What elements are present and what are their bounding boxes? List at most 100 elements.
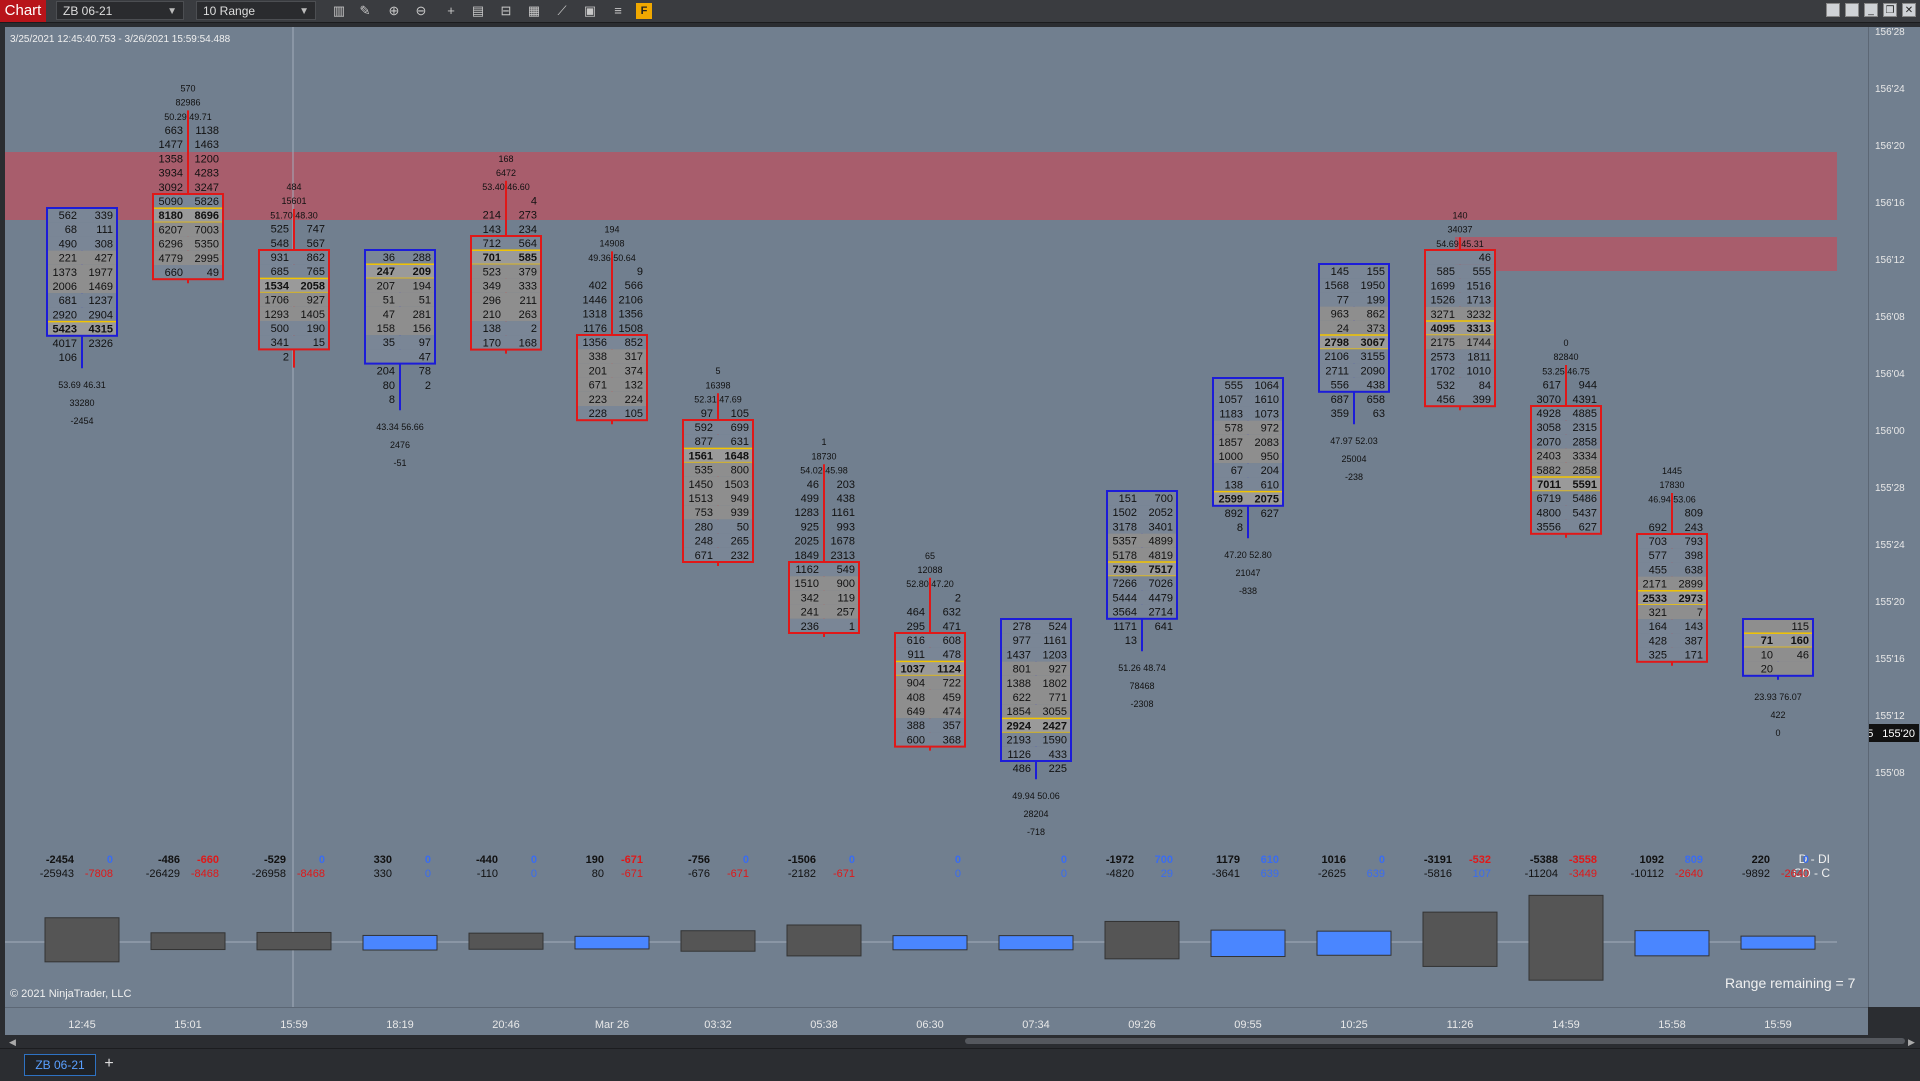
ask-volume: 243 <box>1685 522 1703 534</box>
bid-volume: 1699 <box>1431 280 1455 292</box>
zoom-out-icon[interactable]: ⊖ <box>413 3 429 19</box>
bid-volume: 1373 <box>53 267 77 279</box>
bid-volume: 325 <box>1649 650 1667 662</box>
zoom-in-icon[interactable]: ⊕ <box>386 3 402 19</box>
close-icon[interactable]: ✕ <box>1902 3 1916 17</box>
ask-volume: 555 <box>1473 266 1491 278</box>
bid-volume: 456 <box>1437 394 1455 406</box>
bar-delta-change: 700 <box>1155 854 1173 866</box>
ask-volume: 927 <box>1049 664 1067 676</box>
bid-volume: 1568 <box>1325 280 1349 292</box>
price-axis[interactable]: 156'28 156'24 156'20 156'16 156'12 156'08 156'… <box>1868 27 1920 1007</box>
cumulative-delta-change: -671 <box>621 868 643 880</box>
ask-volume: 2427 <box>1043 720 1067 732</box>
minimize-icon[interactable]: _ <box>1864 3 1878 17</box>
ask-volume: 203 <box>837 479 855 491</box>
ask-volume: 3313 <box>1467 323 1491 335</box>
bid-volume: 1358 <box>159 153 183 165</box>
data-box-icon[interactable]: ⊟ <box>498 3 514 19</box>
ask-volume: 658 <box>1367 394 1385 406</box>
chart-window-tab[interactable]: Chart <box>0 0 46 22</box>
bar-delta: 1092 <box>1640 854 1664 866</box>
copyright-label: © 2021 NinjaTrader, LLC <box>10 988 131 1000</box>
window-pin-icon[interactable] <box>1826 3 1840 17</box>
time-axis[interactable]: 12:45 15:01 15:59 18:19 20:46 Mar 26 03:32 05:3… <box>5 1007 1868 1036</box>
footprint-bar[interactable]: 278 524 977 1161 1437 1203 801 927 1388 1802 622 77… <box>998 618 1074 951</box>
bar-stat-label: 21047 <box>1235 568 1260 578</box>
bid-volume: 3556 <box>1537 522 1561 534</box>
order-flow-chart[interactable]: 3/25/2021 12:45:40.753 - 3/26/2021 15:59… <box>5 27 1868 1007</box>
window-group-icon[interactable] <box>1845 3 1859 17</box>
cumulative-delta-change: -2640 <box>1781 868 1809 880</box>
delta-histogram-bar <box>998 935 1074 951</box>
footprint-bar[interactable]: 08284053.25 46.75617 9443070 43914928 48853… <box>1525 338 1604 981</box>
cumulative-delta: -26429 <box>146 868 180 880</box>
bid-volume: 138 <box>1225 479 1243 491</box>
footprint-bar[interactable]: 145 155 1568 1950 77 199 963 862 24 373 2798 3067 21… <box>1316 263 1392 956</box>
ask-volume: 265 <box>731 536 749 548</box>
scroll-right-icon[interactable]: ▶ <box>1908 1037 1915 1048</box>
strategy-icon[interactable]: ⟋ <box>554 3 570 19</box>
ask-volume: 4479 <box>1149 592 1173 604</box>
crosshair-icon[interactable]: + <box>443 3 459 19</box>
bid-volume: 660 <box>165 267 183 279</box>
footprint-bar[interactable]: 555 1064 1057 1610 1183 1073 578 972 1857 2083 100… <box>1210 377 1286 958</box>
bid-volume: 562 <box>59 210 77 222</box>
draw-icon[interactable]: ✎ <box>357 3 373 19</box>
list-icon[interactable]: ≡ <box>610 3 626 19</box>
delta-histogram-bar <box>1634 930 1710 957</box>
bid-volume: 1437 <box>1007 649 1031 661</box>
restore-icon[interactable]: ❐ <box>1883 3 1897 17</box>
ask-volume: 459 <box>943 692 961 704</box>
volume-icon[interactable]: ▦ <box>526 3 542 19</box>
scroll-left-icon[interactable]: ◀ <box>9 1037 16 1048</box>
ask-volume: 1516 <box>1467 280 1491 292</box>
ask-volume: 1508 <box>619 323 643 335</box>
footprint-bar[interactable]: 5708298650.29 49.71663 11381477 14631358 12… <box>146 83 226 951</box>
ask-volume: 273 <box>519 210 537 222</box>
bar-chart-icon[interactable]: ▥ <box>331 3 347 19</box>
footprint-bar[interactable]: 151 700 1502 2052 3178 3401 5357 4899 5178 4819 73… <box>1104 490 1180 960</box>
footprint-bar[interactable]: 36 288247 209207 19451 5147 281158 15635 974720… <box>362 249 438 951</box>
chart-toolbar: Chart ZB 06-21 ▼ 10 Range ▼ ▥ ✎ ⊕ ⊖ + ▤ … <box>0 0 1920 23</box>
bid-volume: 5882 <box>1537 465 1561 477</box>
footprint-bar[interactable]: 1403403754.69 45.3146585 5551699 15161526 1… <box>1422 210 1498 967</box>
bid-volume: 464 <box>907 607 925 619</box>
ask-volume: 1977 <box>89 267 113 279</box>
footprint-bar[interactable]: 11873054.02 45.9846 203499 4381283 1161925 9… <box>786 437 862 957</box>
f-icon[interactable]: F <box>636 3 652 19</box>
instrument-selector[interactable]: ZB 06-21 ▼ <box>56 1 184 20</box>
price-level-cell <box>1743 661 1813 676</box>
bid-volume: 1849 <box>795 550 819 562</box>
bid-volume: 616 <box>907 635 925 647</box>
footprint-bar[interactable]: 562 339 68 111 490 308 221 427 1373 1977 2006 1469 6… <box>40 207 120 963</box>
ask-volume: 700 <box>1155 493 1173 505</box>
ask-volume: 1138 <box>195 125 219 137</box>
footprint-bar[interactable]: 4841560151.70 48.30525 747548 567931 862685… <box>252 182 332 951</box>
footprint-bar[interactable]: 51639852.31 47.6997 105592 699877 6311561 16… <box>680 366 756 952</box>
bar-stat-label: 168 <box>498 154 513 164</box>
footprint-bar[interactable]: 115 71 160 10 46 20 23.93 76.07 422 0 220 0 -9892 -2… <box>1740 618 1816 950</box>
footprint-bar[interactable]: 14451783046.94 53.06809692 243703 793577 39… <box>1631 466 1710 957</box>
bid-volume: 500 <box>271 323 289 335</box>
price-tick-label: 156'04 <box>1875 369 1905 380</box>
bid-volume: 556 <box>1331 380 1349 392</box>
bid-volume: 2070 <box>1537 436 1561 448</box>
properties-icon[interactable]: ▤ <box>470 3 486 19</box>
interval-selector[interactable]: 10 Range ▼ <box>196 1 316 20</box>
ask-volume: 168 <box>519 337 537 349</box>
ask-volume: 939 <box>731 507 749 519</box>
add-tab-icon[interactable]: + <box>100 1054 118 1074</box>
chart-panel[interactable]: 3/25/2021 12:45:40.753 - 3/26/2021 15:59… <box>5 27 1868 1007</box>
cumulative-delta: -2182 <box>788 868 816 880</box>
cumulative-delta: -26958 <box>252 868 286 880</box>
horizontal-scrollbar[interactable]: ◀ ▶ <box>5 1035 1920 1047</box>
footprint-bar[interactable]: 168647253.40 46.604214 273143 234712 564701… <box>468 154 544 950</box>
scrollbar-thumb[interactable] <box>965 1038 1905 1044</box>
footprint-bar[interactable]: 651208852.80 47.202464 632295 471616 608911… <box>892 551 968 951</box>
footprint-bar[interactable]: 1941490849.36 50.649402 5661446 21061318 13… <box>574 224 650 950</box>
tab-instrument[interactable]: ZB 06-21 <box>24 1054 96 1076</box>
bid-volume: 7396 <box>1113 564 1137 576</box>
template-icon[interactable]: ▣ <box>582 3 598 19</box>
price-tick-label: 156'24 <box>1875 84 1905 95</box>
